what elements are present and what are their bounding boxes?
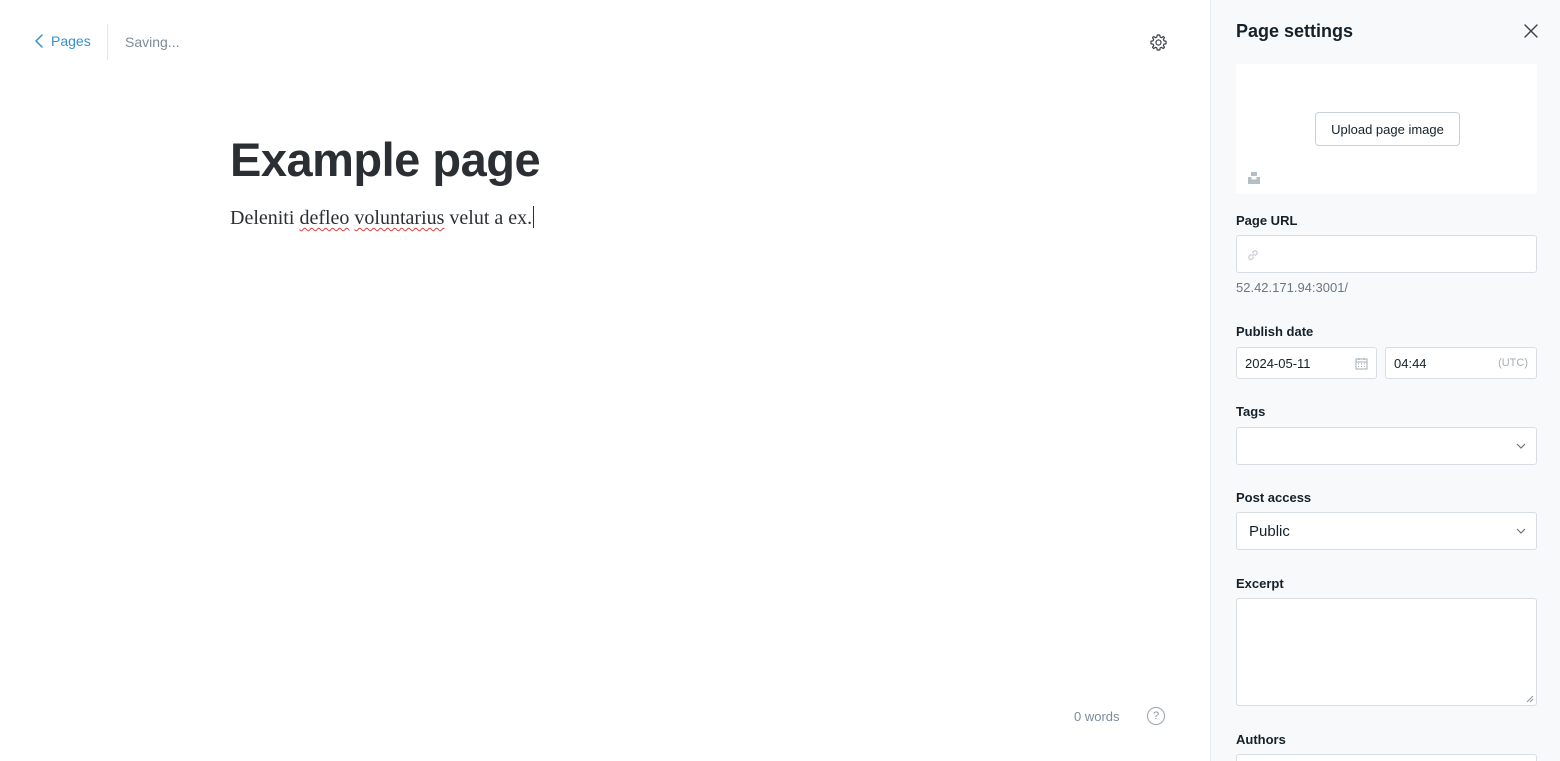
tags-select[interactable] xyxy=(1236,427,1537,465)
page-settings-panel: Page settings Upload page image Page URL… xyxy=(1210,0,1560,761)
unsplash-icon[interactable] xyxy=(1247,171,1261,185)
post-access-select[interactable]: Public xyxy=(1236,512,1537,550)
calendar-icon[interactable] xyxy=(1355,357,1368,370)
link-icon xyxy=(1248,250,1258,261)
page-url-label: Page URL xyxy=(1236,213,1298,228)
help-icon-glyph: ? xyxy=(1152,710,1160,722)
body-text-rest: velut a ex. xyxy=(449,207,533,229)
authors-input[interactable] xyxy=(1236,754,1537,761)
post-access-value: Public xyxy=(1249,523,1290,540)
page-body-editor[interactable]: Deleniti defleo voluntarius velut a ex. xyxy=(230,206,535,230)
back-to-pages-link[interactable]: Pages xyxy=(34,33,91,49)
page-url-input[interactable] xyxy=(1236,235,1537,273)
panel-title: Page settings xyxy=(1236,21,1354,41)
settings-toggle-button[interactable] xyxy=(1146,30,1170,54)
topbar-divider xyxy=(107,24,108,60)
resize-handle-icon[interactable] xyxy=(1526,695,1534,703)
publish-date-input[interactable]: 2024-05-11 xyxy=(1236,347,1377,379)
chevron-down-icon xyxy=(1516,443,1526,449)
gear-icon xyxy=(1149,33,1167,51)
upload-page-image-button[interactable]: Upload page image xyxy=(1315,112,1460,146)
timezone-label: (UTC) xyxy=(1498,357,1528,369)
body-word: Deleniti xyxy=(230,207,295,229)
close-icon xyxy=(1524,24,1538,38)
word-count: 0 words xyxy=(1074,709,1120,724)
publish-date-value: 2024-05-11 xyxy=(1245,356,1311,371)
page-image-area: Upload page image xyxy=(1236,64,1537,194)
post-access-label: Post access xyxy=(1236,490,1312,505)
text-cursor xyxy=(533,206,535,228)
save-status: Saving... xyxy=(125,34,180,50)
page-url-preview: 52.42.171.94:3001/ xyxy=(1236,280,1349,295)
misspelled-word: defleo xyxy=(299,207,350,229)
close-panel-button[interactable] xyxy=(1522,22,1540,40)
help-icon[interactable]: ? xyxy=(1147,707,1165,725)
misspelled-word: voluntarius xyxy=(354,207,445,229)
excerpt-label: Excerpt xyxy=(1236,576,1284,591)
authors-label: Authors xyxy=(1236,732,1286,747)
publish-time-value: 04:44 xyxy=(1394,356,1427,371)
excerpt-textarea[interactable] xyxy=(1236,598,1537,706)
chevron-left-icon xyxy=(35,34,43,48)
chevron-down-icon xyxy=(1516,528,1526,534)
back-link-label: Pages xyxy=(51,33,91,49)
editor-area: Pages Saving... Example page Deleniti de… xyxy=(0,0,1210,761)
publish-time-input[interactable]: 04:44 (UTC) xyxy=(1385,347,1537,379)
page-title[interactable]: Example page xyxy=(230,132,541,187)
editor-topbar: Pages Saving... xyxy=(0,0,1210,84)
publish-date-label: Publish date xyxy=(1236,324,1314,339)
tags-label: Tags xyxy=(1236,404,1266,419)
